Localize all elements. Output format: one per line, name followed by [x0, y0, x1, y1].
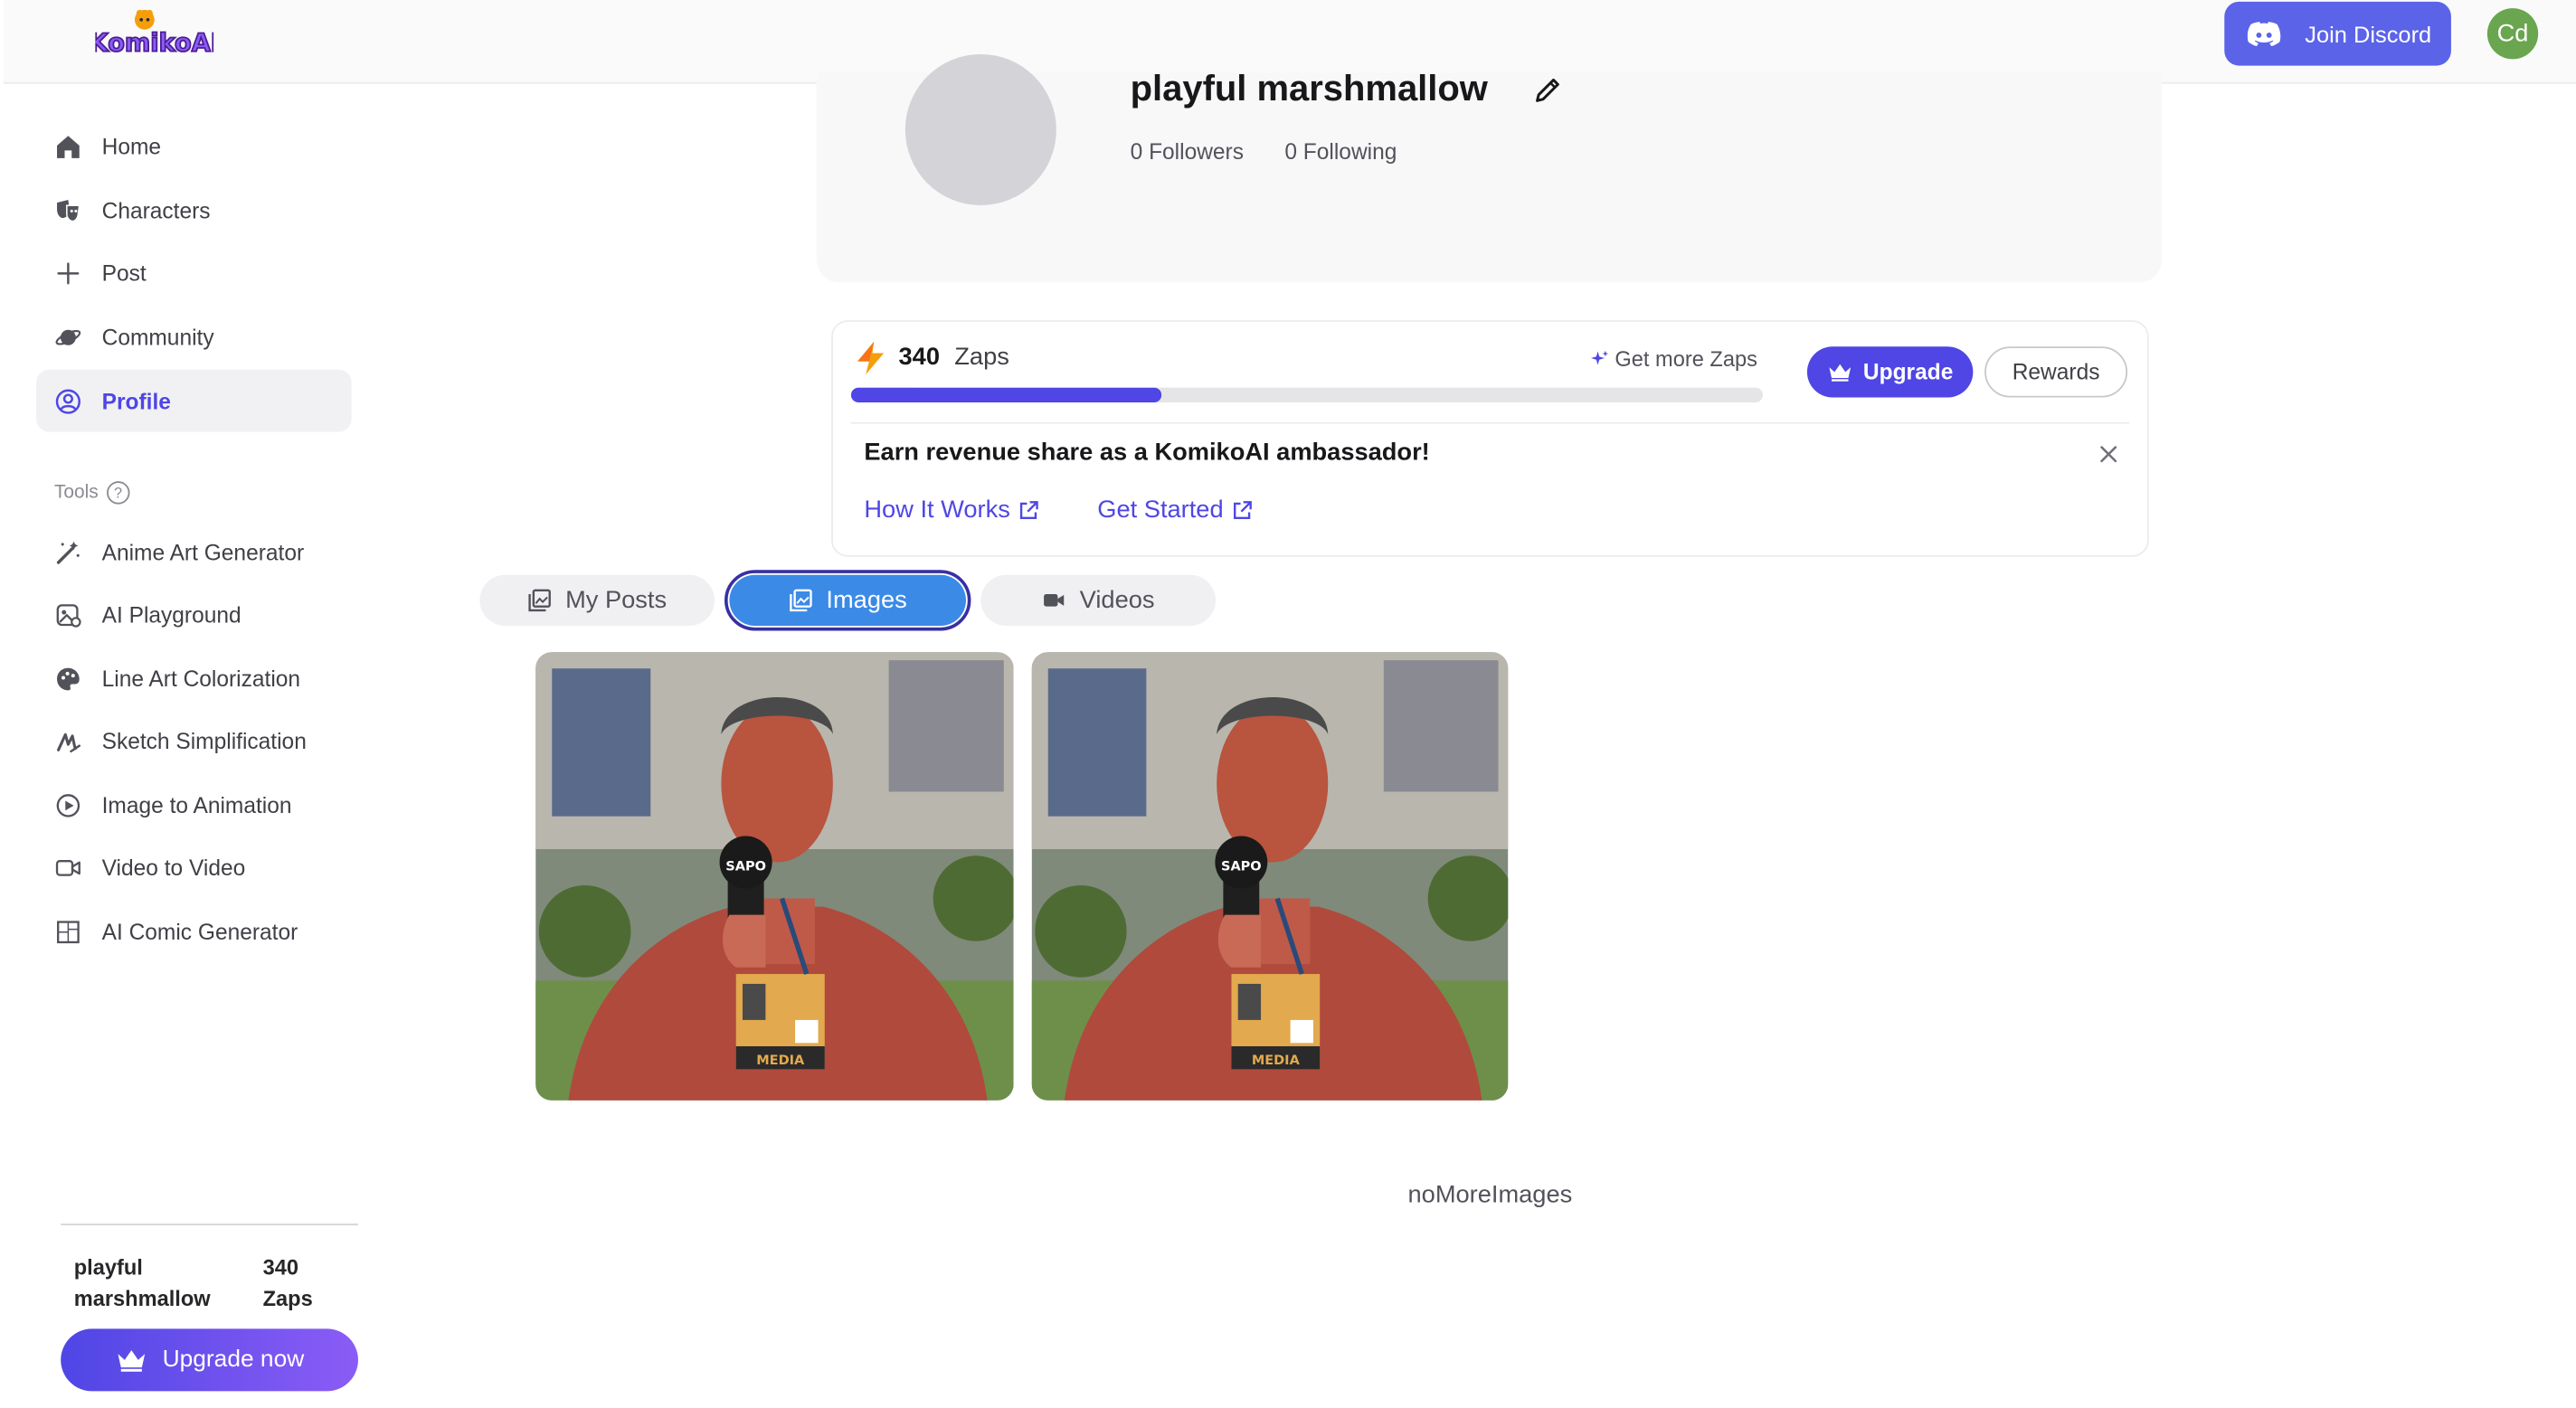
- sidebar-item-label: Community: [101, 324, 214, 349]
- how-it-works-link[interactable]: How It Works: [864, 496, 1039, 524]
- magic-wand-icon: [56, 540, 80, 563]
- gallery-image[interactable]: SAPO MEDIA: [535, 652, 1014, 1101]
- images-icon: [789, 589, 812, 612]
- logo-text: KomikoAI: [95, 29, 213, 57]
- upgrade-now-button[interactable]: Upgrade now: [61, 1328, 358, 1392]
- sidebar-item-label: Video to Video: [101, 855, 246, 880]
- mic-brand-text: SAPO: [725, 860, 766, 874]
- video-icon: [1044, 594, 1065, 607]
- comic-grid-icon: [57, 920, 80, 943]
- discord-icon: [2247, 21, 2281, 46]
- upgrade-now-label: Upgrade now: [162, 1347, 305, 1374]
- help-icon[interactable]: ?: [106, 481, 130, 505]
- close-icon[interactable]: [2097, 442, 2121, 467]
- sidebar-user-name: playful marshmallow: [73, 1254, 211, 1311]
- sidebar-item-community[interactable]: Community: [36, 306, 352, 368]
- user-circle-icon: [55, 388, 80, 413]
- no-more-images-text: noMoreImages: [1407, 1180, 1573, 1209]
- posts-icon: [528, 589, 552, 612]
- sidebar-item-label: Characters: [101, 197, 211, 223]
- user-avatar[interactable]: Cd: [2486, 8, 2539, 60]
- sidebar-item-ai-playground[interactable]: AI Playground: [36, 583, 352, 646]
- tools-section-label: Tools ?: [53, 481, 130, 505]
- sidebar-item-label: Line Art Colorization: [101, 666, 301, 691]
- zaps-unit: Zaps: [954, 343, 1009, 372]
- sidebar-item-label: AI Playground: [101, 601, 242, 627]
- tab-label: Videos: [1079, 586, 1155, 615]
- upgrade-button[interactable]: Upgrade: [1806, 346, 1974, 398]
- mask-icon: [57, 199, 80, 222]
- sidebar-item-line-art-colorization[interactable]: Line Art Colorization: [36, 647, 352, 710]
- sidebar-item-label: AI Comic Generator: [101, 919, 298, 944]
- zaps-count: 340: [898, 343, 940, 372]
- sidebar-item-video-to-video[interactable]: Video to Video: [36, 836, 352, 898]
- crown-icon: [1829, 364, 1852, 382]
- planet-icon: [55, 328, 81, 345]
- media-badge-text: MEDIA: [756, 1054, 805, 1068]
- sidebar-item-anime-art-generator[interactable]: Anime Art Generator: [36, 521, 352, 583]
- how-it-works-label: How It Works: [864, 496, 1010, 524]
- mic-brand-text: SAPO: [1221, 860, 1262, 874]
- sidebar-item-label: Sketch Simplification: [101, 728, 307, 753]
- zaps-progress-bar: [850, 387, 1763, 402]
- zaps-card-divider: [850, 421, 2129, 424]
- get-more-zaps-label: Get more Zaps: [1615, 346, 1757, 372]
- external-link-icon: [1233, 500, 1252, 519]
- sidebar-zaps-count: 340 Zaps: [262, 1254, 313, 1311]
- crown-icon: [118, 1350, 145, 1372]
- sidebar-item-label: Post: [101, 260, 147, 286]
- sidebar-item-characters[interactable]: Characters: [36, 179, 352, 241]
- sidebar-item-label: Image to Animation: [101, 792, 292, 817]
- sidebar-item-ai-comic-generator[interactable]: AI Comic Generator: [36, 900, 352, 962]
- join-discord-label: Join Discord: [2305, 20, 2432, 47]
- tools-label-text: Tools: [53, 482, 99, 503]
- tab-label: My Posts: [565, 586, 668, 615]
- sidebar-item-profile[interactable]: Profile: [35, 369, 352, 432]
- following-count[interactable]: 0 Following: [1284, 139, 1397, 164]
- followers-count[interactable]: 0 Followers: [1131, 139, 1244, 164]
- join-discord-button[interactable]: Join Discord: [2224, 1, 2451, 66]
- playground-icon: [56, 603, 81, 627]
- pencil-icon[interactable]: [1533, 76, 1563, 106]
- sparkle-icon: [1591, 350, 1609, 365]
- sidebar-item-sketch-simplification[interactable]: Sketch Simplification: [36, 710, 352, 772]
- generated-image: SAPO MEDIA: [1031, 652, 1509, 1101]
- tab-videos[interactable]: Videos: [980, 574, 1217, 627]
- profile-name: playful marshmallow: [1130, 67, 1488, 109]
- get-started-link[interactable]: Get Started: [1097, 496, 1253, 524]
- profile-avatar[interactable]: [904, 53, 1056, 206]
- sidebar-item-image-to-animation[interactable]: Image to Animation: [36, 773, 352, 836]
- tab-my-posts[interactable]: My Posts: [479, 574, 715, 627]
- sidebar-item-label: Anime Art Generator: [101, 539, 305, 564]
- sidebar-item-post[interactable]: Post: [36, 241, 352, 304]
- zaps-progress-fill: [850, 387, 1161, 402]
- play-circle-icon: [56, 793, 80, 817]
- generated-image: SAPO MEDIA: [535, 652, 1014, 1101]
- lightning-icon: [857, 341, 885, 375]
- sidebar-item-home[interactable]: Home: [36, 115, 352, 177]
- tab-images[interactable]: Images: [724, 570, 971, 631]
- home-icon: [57, 135, 80, 158]
- media-badge-text: MEDIA: [1252, 1054, 1301, 1068]
- video-camera-icon: [55, 859, 80, 875]
- palette-icon: [57, 666, 80, 690]
- sidebar-item-label: Home: [101, 134, 162, 159]
- sidebar-item-label: Profile: [101, 388, 171, 413]
- sidebar-divider: [61, 1224, 358, 1225]
- komikoai-logo[interactable]: KomikoAI: [89, 6, 221, 59]
- gallery-image[interactable]: SAPO MEDIA: [1031, 652, 1509, 1101]
- sketch-icon: [57, 732, 80, 752]
- get-started-label: Get Started: [1097, 496, 1224, 524]
- plus-icon: [57, 261, 80, 284]
- external-link-icon: [1019, 500, 1038, 519]
- upgrade-label: Upgrade: [1862, 359, 1954, 385]
- tab-label: Images: [826, 586, 907, 615]
- rewards-button[interactable]: Rewards: [1984, 346, 2128, 398]
- get-more-zaps-link[interactable]: Get more Zaps: [1590, 346, 1757, 371]
- ambassador-banner-text: Earn revenue share as a KomikoAI ambassa…: [864, 438, 1430, 467]
- user-initials: Cd: [2496, 19, 2529, 48]
